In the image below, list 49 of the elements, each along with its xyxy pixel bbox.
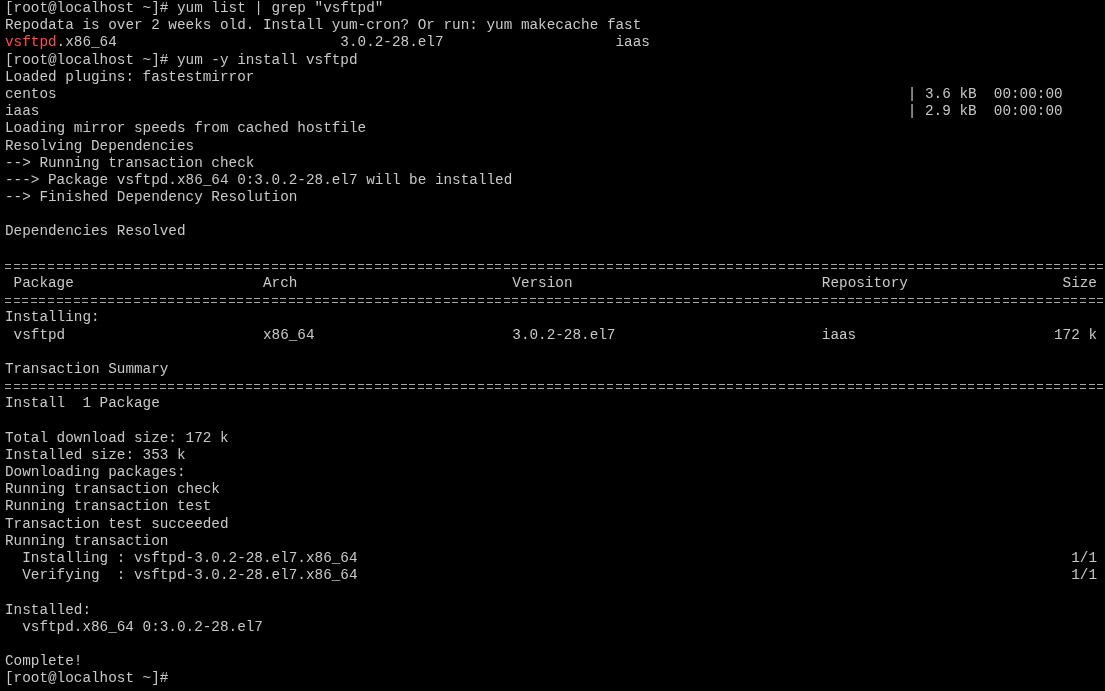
column-header: Package (13, 275, 74, 293)
package-version: 3.0.2-28.el7 (340, 34, 444, 52)
repository-name: iaas (5, 103, 40, 121)
terminal-line: Running transaction (5, 532, 169, 550)
terminal-line: [root@localhost ~]# yum list | grep "vsftpd" (5, 0, 384, 18)
step-count: 1/1 (1071, 550, 1097, 568)
table-cell: 172 k (1054, 326, 1097, 344)
terminal-line: Dependencies Resolved (5, 223, 186, 241)
table-cell: vsftpd (13, 326, 66, 344)
column-header: Repository (821, 275, 908, 293)
package-name: vsftpd-3.0.2-28.el7.x86_64 (133, 567, 358, 585)
package-name: vsftpd.x86_64 (5, 34, 117, 52)
column-header: Arch (262, 275, 298, 293)
terminal-line: Total download size: 172 k (5, 429, 229, 447)
terminal-line: Installed: (5, 601, 91, 619)
terminal-line: Transaction test succeeded (5, 515, 229, 533)
terminal-line: [root@localhost ~]# (5, 670, 169, 688)
terminal-line: Running transaction test (5, 498, 212, 516)
column-header: Size (1062, 275, 1097, 293)
terminal-line: [root@localhost ~]# yum -y install vsftpd (5, 51, 358, 69)
table-cell: iaas (821, 326, 857, 344)
terminal-line: Install 1 Package (5, 395, 160, 413)
terminal-line: --> Running transaction check (5, 154, 255, 172)
terminal-line: vsftpd.x86_64 0:3.0.2-28.el7 (22, 618, 263, 636)
terminal-line: Installed size: 353 k (5, 446, 186, 465)
download-size: | 3.6 kB (907, 85, 977, 104)
table-cell: x86_64 (262, 326, 315, 344)
step-action: Installing : (22, 550, 126, 568)
terminal-line: Installing: (5, 309, 100, 327)
download-time: 00:00:00 (993, 85, 1063, 104)
table-cell: 3.0.2-28.el7 (512, 326, 616, 344)
column-header: Version (512, 275, 573, 293)
repository-name: centos (5, 85, 57, 104)
package-name: vsftpd-3.0.2-28.el7.x86_64 (133, 550, 358, 568)
repository-name: iaas (615, 34, 650, 52)
download-size: | 2.9 kB (907, 103, 977, 121)
terminal-line: --> Finished Dependency Resolution (5, 189, 298, 207)
terminal-line: Running transaction check (5, 481, 220, 499)
terminal-line: Transaction Summary (5, 360, 169, 379)
terminal-line: Resolving Dependencies (5, 137, 195, 155)
terminal-line: Downloading packages: (5, 464, 186, 482)
terminal-line: Loaded plugins: fastestmirror (5, 68, 255, 86)
download-time: 00:00:00 (993, 103, 1063, 121)
terminal-line: ---> Package vsftpd.x86_64 0:3.0.2-28.el7 will be installed (5, 171, 513, 190)
terminal-line: Complete! (5, 653, 83, 671)
terminal-line: Loading mirror speeds from cached hostfile (5, 120, 367, 138)
step-count: 1/1 (1071, 567, 1097, 585)
step-action: Verifying : (22, 567, 126, 585)
terminal-line: Repodata is over 2 weeks old. Install yum-cron? Or run: yum makecache fast (5, 17, 642, 35)
